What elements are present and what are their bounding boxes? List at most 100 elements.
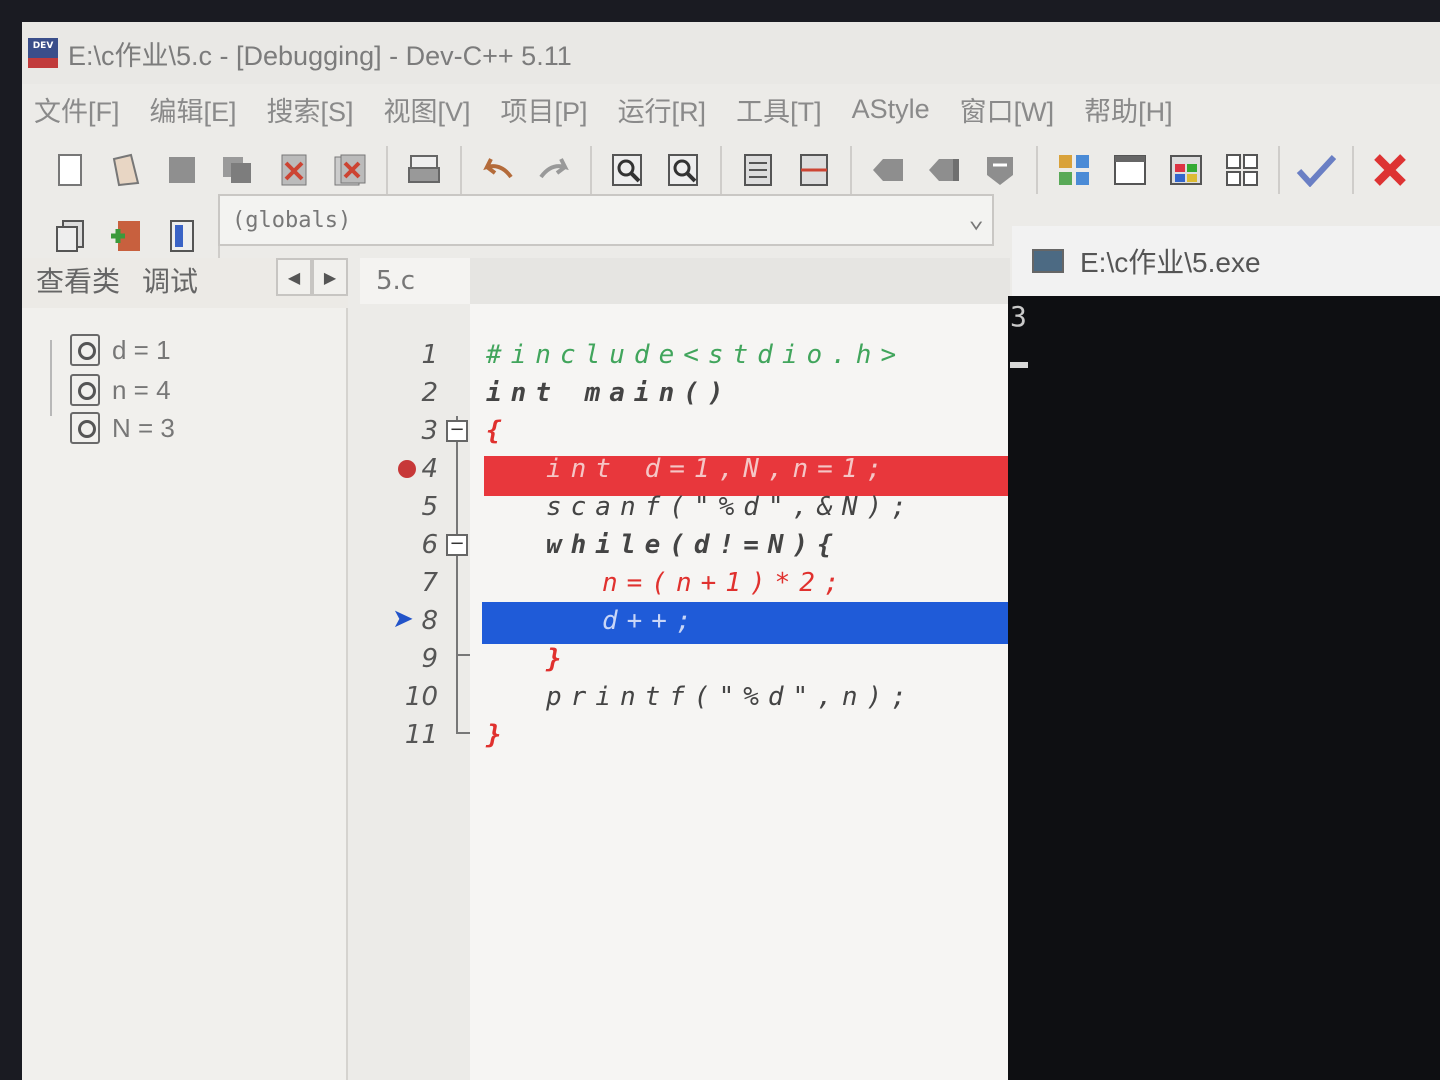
- run-icon[interactable]: [1110, 150, 1150, 190]
- scope-selector[interactable]: (globals) ⌄: [218, 194, 994, 246]
- save-icon[interactable]: [162, 150, 202, 190]
- tab-5c[interactable]: 5.c: [360, 258, 470, 304]
- check-icon[interactable]: [1296, 150, 1336, 190]
- left-panel: 查看类 调试 ◀ ▶ d = 1 n = 4 N = 3: [22, 258, 348, 1080]
- code-text: #include<stdio.h>: [486, 340, 906, 370]
- window-title: E:\c作业\5.c - [Debugging] - Dev-C++ 5.11: [68, 40, 572, 71]
- console-output: 3: [1010, 300, 1027, 333]
- menu-project[interactable]: 项目[P]: [501, 90, 588, 129]
- redo-icon[interactable]: [534, 150, 574, 190]
- arrow-right-icon[interactable]: ▶: [312, 258, 348, 296]
- menu-window[interactable]: 窗口[W]: [960, 90, 1055, 129]
- menu-bar: 文件[F] 编辑[E] 搜索[S] 视图[V] 项目[P] 运行[R] 工具[T…: [22, 84, 1440, 134]
- line-number: 11: [404, 720, 438, 750]
- indent-icon[interactable]: [738, 150, 778, 190]
- title-bar: DEV E:\c作业\5.c - [Debugging] - Dev-C++ 5…: [22, 22, 1440, 84]
- new-project-icon[interactable]: [50, 216, 90, 256]
- toolbar-separator: [386, 146, 388, 194]
- console-window[interactable]: 3: [1008, 296, 1440, 1080]
- code-text: }: [546, 644, 571, 674]
- bookmark-next-icon[interactable]: [924, 150, 964, 190]
- new-file-icon[interactable]: [50, 150, 90, 190]
- line-number: 3: [421, 416, 438, 446]
- tab-debug[interactable]: 调试: [142, 260, 198, 300]
- watch-item[interactable]: n = 4: [70, 372, 171, 408]
- fold-toggle-icon[interactable]: −: [446, 420, 468, 442]
- code-line: 10 printf("%d",n);: [360, 678, 1010, 716]
- print-icon[interactable]: [404, 150, 444, 190]
- watch-item[interactable]: N = 3: [70, 410, 175, 446]
- toolbar-separator: [590, 146, 592, 194]
- arrow-left-icon[interactable]: ◀: [276, 258, 312, 296]
- compile-run-icon[interactable]: [1166, 150, 1206, 190]
- save-all-icon[interactable]: [218, 150, 258, 190]
- add-to-project-icon[interactable]: [106, 216, 146, 256]
- code-text: int main(): [486, 378, 733, 408]
- scope-selector-value: (globals): [232, 207, 352, 233]
- code-text: n=(n+1)*2;: [602, 568, 849, 598]
- rebuild-icon[interactable]: [1222, 150, 1262, 190]
- code-text: scanf("%d",&N);: [546, 492, 916, 522]
- editor-tab-bar: 5.c: [360, 258, 1010, 304]
- replace-icon[interactable]: [664, 150, 704, 190]
- console-cursor: [1010, 362, 1028, 368]
- menu-run[interactable]: 运行[R]: [618, 90, 707, 129]
- menu-help[interactable]: 帮助[H]: [1084, 90, 1173, 129]
- watch-variable-icon: [70, 412, 100, 444]
- find-icon[interactable]: [608, 150, 648, 190]
- chevron-down-icon[interactable]: ⌄: [968, 204, 984, 234]
- toolbar-separator: [720, 146, 722, 194]
- code-line: 11 }: [360, 716, 1010, 754]
- line-number: 8: [421, 606, 438, 636]
- open-file-icon[interactable]: [106, 150, 146, 190]
- menu-astyle[interactable]: AStyle: [852, 94, 930, 125]
- panel-nav-arrows: ◀ ▶: [276, 258, 352, 298]
- code-text: }: [486, 720, 511, 750]
- code-text: printf("%d",n);: [546, 682, 916, 712]
- console-app-icon: [1032, 249, 1064, 273]
- line-number: 9: [421, 644, 438, 674]
- menu-view[interactable]: 视图[V]: [384, 90, 471, 129]
- watch-variable-icon: [70, 334, 100, 366]
- code-text: {: [486, 416, 511, 446]
- code-line: 3 − {: [360, 412, 1010, 450]
- menu-file[interactable]: 文件[F]: [34, 90, 120, 129]
- watch-label: N = 3: [112, 412, 175, 443]
- toolbar-separator: [1278, 146, 1280, 194]
- console-title-bar: E:\c作业\5.exe: [1012, 226, 1440, 296]
- toolbar-separator: [1352, 146, 1354, 194]
- code-line: 5 scanf("%d",&N);: [360, 488, 1010, 526]
- watch-label: n = 4: [112, 374, 171, 405]
- code-text: d++;: [602, 606, 701, 636]
- menu-tools[interactable]: 工具[T]: [736, 90, 822, 129]
- line-number: 5: [421, 492, 438, 522]
- code-line: 9 }: [360, 640, 1010, 678]
- close-icon[interactable]: [274, 150, 314, 190]
- watch-variable-icon: [70, 374, 100, 406]
- code-line: ➤ 8 d++;: [360, 602, 1010, 640]
- code-line: 6 − while(d!=N){: [360, 526, 1010, 564]
- devcpp-logo-icon: DEV: [28, 38, 58, 68]
- console-title: E:\c作业\5.exe: [1080, 247, 1261, 278]
- line-number: 4: [421, 454, 438, 484]
- toolbar-separator: [1036, 146, 1038, 194]
- undo-icon[interactable]: [478, 150, 518, 190]
- debug-watch-tree: d = 1 n = 4 N = 3: [22, 308, 348, 1080]
- tab-classes[interactable]: 查看类: [36, 260, 120, 300]
- tree-connector: [50, 340, 52, 416]
- toggle-comment-icon[interactable]: [980, 150, 1020, 190]
- project-options-icon[interactable]: [162, 216, 202, 256]
- compile-icon[interactable]: [1054, 150, 1094, 190]
- line-number: 1: [421, 340, 438, 370]
- menu-edit[interactable]: 编辑[E]: [150, 90, 237, 129]
- bookmark-prev-icon[interactable]: [868, 150, 908, 190]
- fold-toggle-icon[interactable]: −: [446, 534, 468, 556]
- left-panel-tabs: 查看类 调试 ◀ ▶: [22, 258, 348, 308]
- stop-icon[interactable]: [1370, 150, 1410, 190]
- menu-search[interactable]: 搜索[S]: [267, 90, 354, 129]
- unindent-icon[interactable]: [794, 150, 834, 190]
- code-editor[interactable]: 1 #include<stdio.h> 2 int main() 3 − { 4…: [360, 304, 1010, 1080]
- watch-item[interactable]: d = 1: [70, 332, 171, 368]
- close-all-icon[interactable]: [330, 150, 370, 190]
- toolbar-separator: [850, 146, 852, 194]
